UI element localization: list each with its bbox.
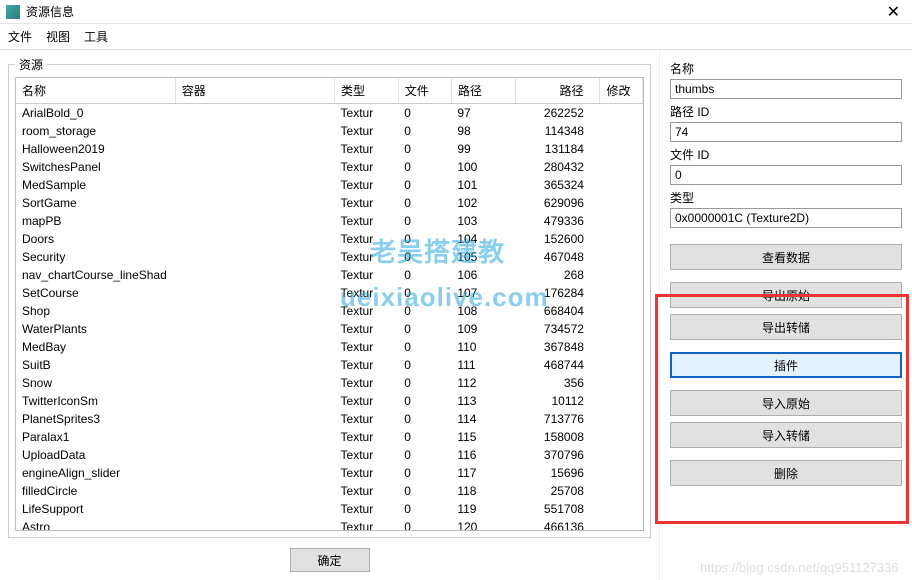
- name-field[interactable]: [670, 79, 902, 99]
- table-row[interactable]: engineAlign_sliderTextur011715696: [16, 464, 643, 482]
- table-row[interactable]: nav_chartCourse_lineShadTextur0106268: [16, 266, 643, 284]
- export-dump-button[interactable]: 导出转储: [670, 314, 902, 340]
- table-row[interactable]: filledCircleTextur011825708: [16, 482, 643, 500]
- type-field[interactable]: [670, 208, 902, 228]
- table-row[interactable]: MedBayTextur0110367848: [16, 338, 643, 356]
- file-id-label: 文件 ID: [670, 146, 902, 163]
- group-legend: 资源: [15, 56, 47, 73]
- table-row[interactable]: AstroTextur0120466136: [16, 518, 643, 531]
- view-data-button[interactable]: 查看数据: [670, 244, 902, 270]
- type-label: 类型: [670, 189, 902, 206]
- details-panel: 名称 路径 ID 文件 ID 类型 查看数据 导出原始 导出转储 插件 导入原始…: [660, 50, 912, 580]
- col-header-name[interactable]: 名称: [16, 78, 175, 104]
- menu-file[interactable]: 文件: [8, 28, 32, 45]
- import-raw-button[interactable]: 导入原始: [670, 390, 902, 416]
- col-header-modified[interactable]: 修改: [600, 78, 643, 104]
- window-title: 资源信息: [26, 3, 881, 20]
- table-row[interactable]: SwitchesPanelTextur0100280432: [16, 158, 643, 176]
- titlebar: 资源信息 ✕: [0, 0, 912, 24]
- table-row[interactable]: Paralax1Textur0115158008: [16, 428, 643, 446]
- menu-view[interactable]: 视图: [46, 28, 70, 45]
- col-header-type[interactable]: 类型: [335, 78, 399, 104]
- path-id-field[interactable]: [670, 122, 902, 142]
- ok-button[interactable]: 确定: [290, 548, 370, 572]
- col-header-size[interactable]: 路径: [515, 78, 600, 104]
- table-row[interactable]: SecurityTextur0105467048: [16, 248, 643, 266]
- name-label: 名称: [670, 60, 902, 77]
- table-row[interactable]: SuitBTextur0111468744: [16, 356, 643, 374]
- table-row[interactable]: SnowTextur0112356: [16, 374, 643, 392]
- resources-table[interactable]: 名称 容器 类型 文件 路径 路径 修改 ArialBold_0Textur09…: [15, 77, 644, 531]
- table-row[interactable]: ArialBold_0Textur097262252: [16, 104, 643, 123]
- path-id-label: 路径 ID: [670, 103, 902, 120]
- table-row[interactable]: ShopTextur0108668404: [16, 302, 643, 320]
- table-row[interactable]: SortGameTextur0102629096: [16, 194, 643, 212]
- table-row[interactable]: room_storageTextur098114348: [16, 122, 643, 140]
- file-id-field[interactable]: [670, 165, 902, 185]
- table-row[interactable]: UploadDataTextur0116370796: [16, 446, 643, 464]
- menu-tools[interactable]: 工具: [84, 28, 108, 45]
- app-icon: [6, 5, 20, 19]
- col-header-path[interactable]: 路径: [451, 78, 515, 104]
- table-row[interactable]: PlanetSprites3Textur0114713776: [16, 410, 643, 428]
- menubar: 文件 视图 工具: [0, 24, 912, 50]
- close-icon[interactable]: ✕: [881, 2, 906, 22]
- table-row[interactable]: mapPBTextur0103479336: [16, 212, 643, 230]
- plugin-button[interactable]: 插件: [670, 352, 902, 378]
- resources-group: 资源 名称 容器 类型 文件 路径 路径 修改 Aria: [8, 56, 651, 538]
- delete-button[interactable]: 删除: [670, 460, 902, 486]
- import-dump-button[interactable]: 导入转储: [670, 422, 902, 448]
- table-row[interactable]: Halloween2019Textur099131184: [16, 140, 643, 158]
- export-raw-button[interactable]: 导出原始: [670, 282, 902, 308]
- table-row[interactable]: SetCourseTextur0107176284: [16, 284, 643, 302]
- col-header-file[interactable]: 文件: [398, 78, 451, 104]
- col-header-container[interactable]: 容器: [175, 78, 334, 104]
- table-row[interactable]: DoorsTextur0104152600: [16, 230, 643, 248]
- table-row[interactable]: MedSampleTextur0101365324: [16, 176, 643, 194]
- table-row[interactable]: LifeSupportTextur0119551708: [16, 500, 643, 518]
- table-row[interactable]: TwitterIconSmTextur011310112: [16, 392, 643, 410]
- table-row[interactable]: WaterPlantsTextur0109734572: [16, 320, 643, 338]
